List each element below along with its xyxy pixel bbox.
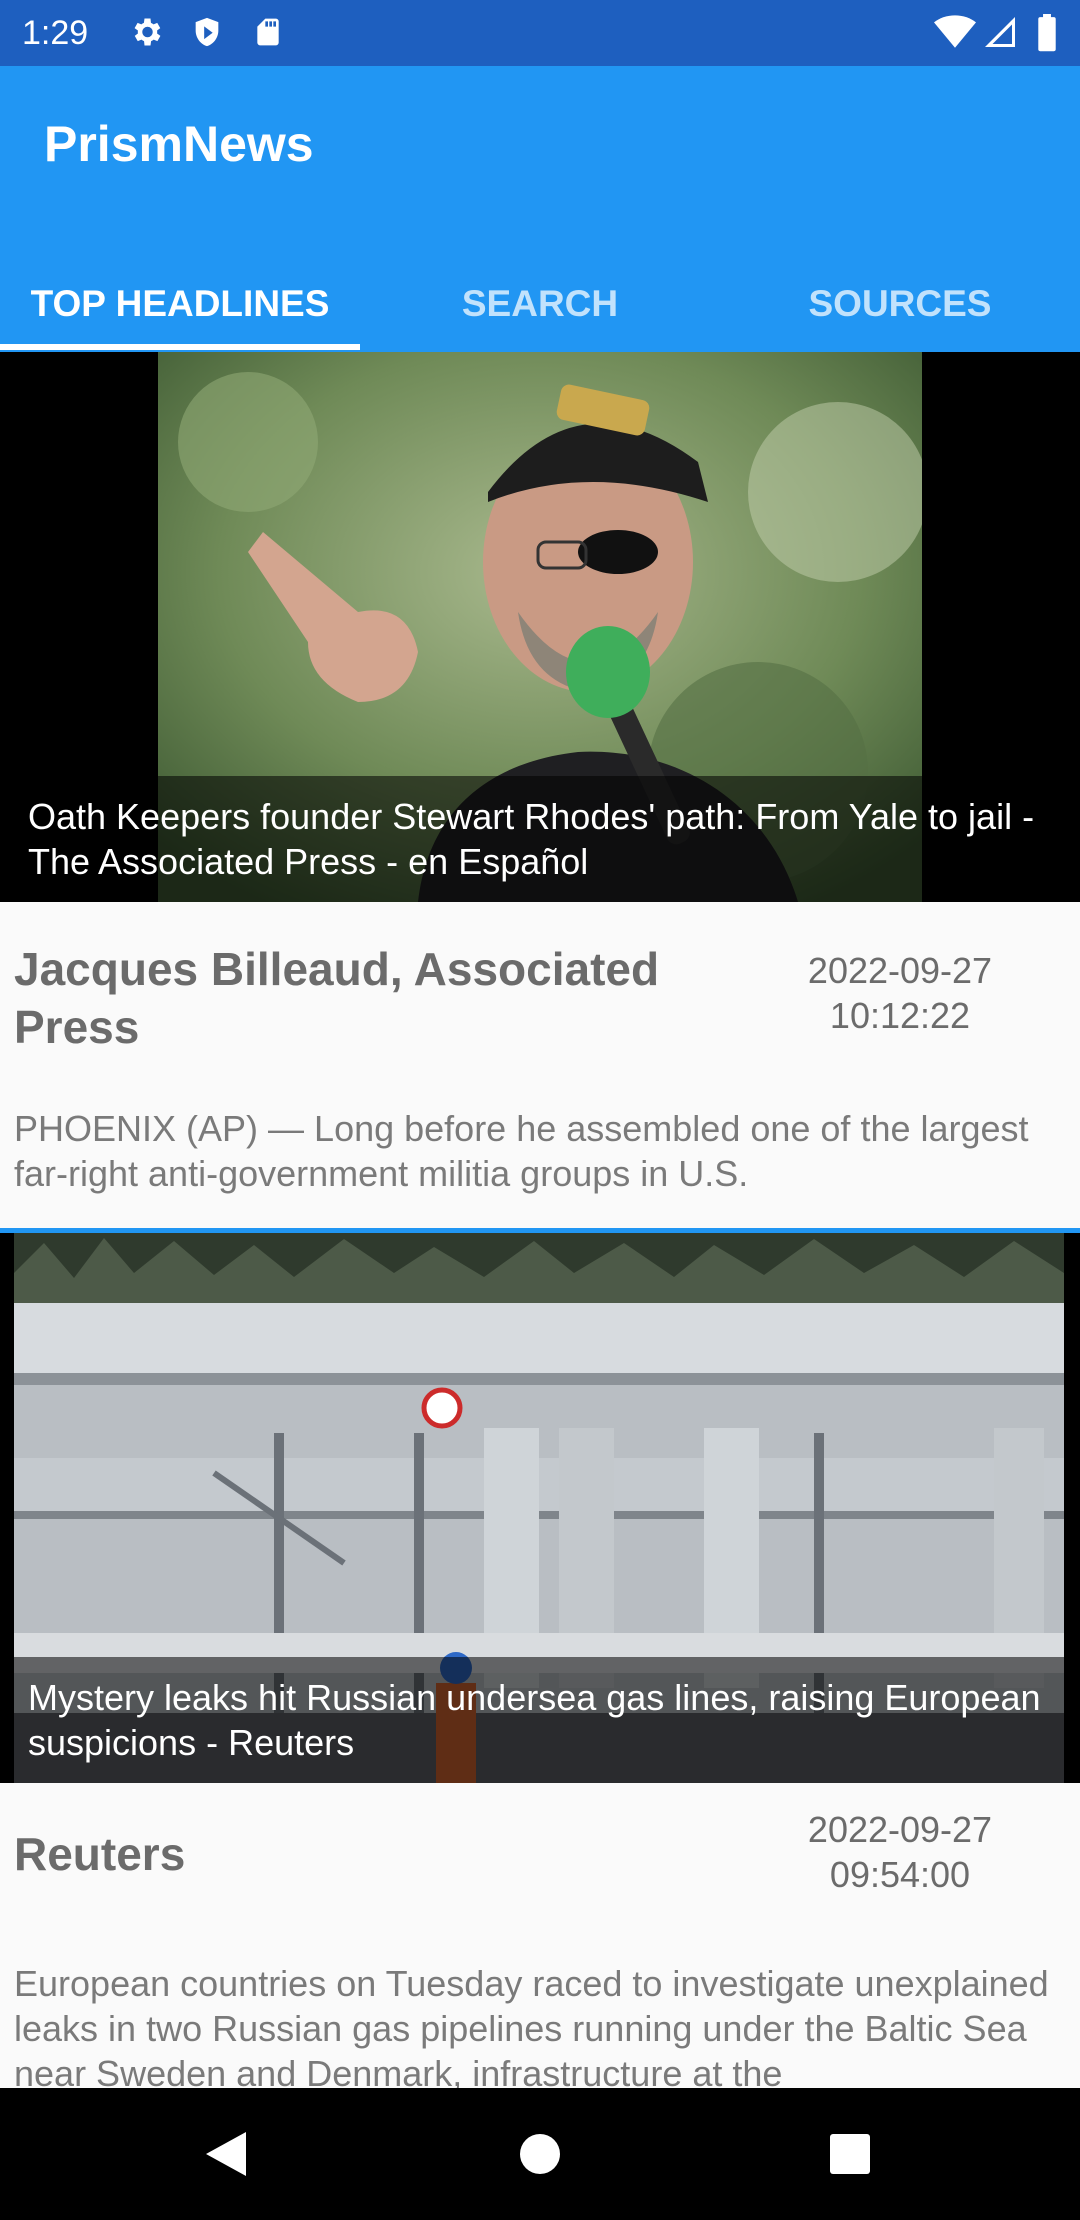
- article-date-day: 2022-09-27: [807, 950, 993, 991]
- article-card[interactable]: Mystery leaks hit Russian undersea gas l…: [0, 1233, 1080, 2088]
- tab-sources[interactable]: SOURCES: [720, 262, 1080, 346]
- navigation-bar: [0, 2088, 1080, 2220]
- tab-indicator: [0, 344, 360, 350]
- news-feed[interactable]: Oath Keepers founder Stewart Rhodes' pat…: [0, 352, 1080, 2088]
- article-description: PHOENIX (AP) — Long before he assembled …: [14, 1108, 1029, 1194]
- wifi-icon: [934, 15, 976, 48]
- headline-overlay: Oath Keepers founder Stewart Rhodes' pat…: [0, 776, 1080, 902]
- article-image[interactable]: Oath Keepers founder Stewart Rhodes' pat…: [0, 352, 1080, 902]
- article-author: Jacques Billeaud, Associated Press: [14, 943, 660, 1053]
- article-headline: Mystery leaks hit Russian undersea gas l…: [28, 1677, 1041, 1763]
- article-card[interactable]: Oath Keepers founder Stewart Rhodes' pat…: [0, 352, 1080, 1228]
- article-date: 2022-09-27 09:54:00: [790, 1807, 1010, 1897]
- app-bar: PrismNews TOP HEADLINES SEARCH SOURCES: [0, 66, 1080, 352]
- article-date-time: 09:54:00: [829, 1854, 971, 1895]
- status-time: 1:29: [22, 14, 89, 52]
- headline-overlay: Mystery leaks hit Russian undersea gas l…: [0, 1657, 1080, 1783]
- article-image[interactable]: Mystery leaks hit Russian undersea gas l…: [0, 1233, 1080, 1783]
- article-date: 2022-09-27 10:12:22: [790, 948, 1010, 1038]
- tab-search[interactable]: SEARCH: [360, 262, 720, 346]
- status-bar: 1:29: [0, 0, 1080, 66]
- signal-icon: [985, 17, 1015, 47]
- article-date-day: 2022-09-27: [807, 1809, 993, 1850]
- tab-top-headlines[interactable]: TOP HEADLINES: [0, 262, 360, 346]
- sd-card-icon: [257, 18, 279, 46]
- home-icon[interactable]: [480, 2088, 600, 2220]
- app-title: PrismNews: [44, 116, 314, 172]
- back-icon[interactable]: [166, 2088, 286, 2220]
- article-headline: Oath Keepers founder Stewart Rhodes' pat…: [28, 796, 1035, 882]
- battery-icon: [1038, 14, 1056, 52]
- shield-icon: [195, 17, 219, 47]
- article-description: European countries on Tuesday raced to i…: [14, 1963, 1049, 2088]
- recents-icon[interactable]: [790, 2088, 910, 2220]
- article-author: Reuters: [14, 1828, 186, 1880]
- gear-icon: [134, 18, 161, 46]
- article-date-time: 10:12:22: [829, 995, 971, 1036]
